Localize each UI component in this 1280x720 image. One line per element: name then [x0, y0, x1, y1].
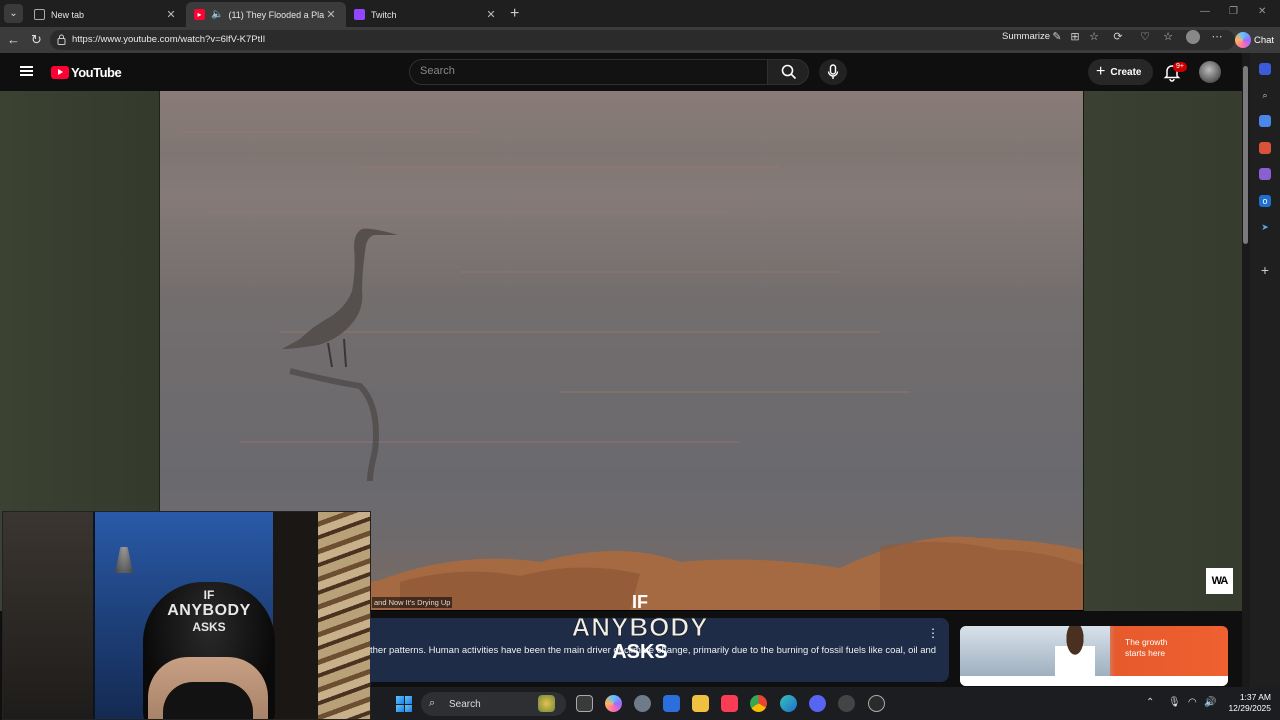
chair-logo-text: IF ANYBODY ASKS — [167, 588, 251, 634]
tab-title: (11) They Flooded a Place Th — [228, 9, 324, 20]
search-input[interactable] — [420, 65, 750, 77]
games-icon[interactable] — [1259, 168, 1271, 180]
copilot-chat-button[interactable]: Chat — [1232, 30, 1280, 50]
youtube-header: YouTube + Create 9+ — [0, 53, 1242, 91]
copilot-app-icon[interactable] — [605, 695, 622, 712]
search-sidebar-icon[interactable]: ⌕ — [1259, 89, 1271, 101]
extensions-icon[interactable]: ⟳ — [1112, 31, 1124, 43]
url-text: https://www.youtube.com/watch?v=6lfV-K7P… — [72, 34, 265, 45]
stream-title-overlay: IF ANYBODY ASKS — [571, 592, 709, 663]
speaker-icon[interactable]: 🔈 — [211, 9, 223, 20]
shopping-tag-icon[interactable] — [1259, 115, 1271, 127]
close-window-icon[interactable]: ✕ — [1258, 6, 1266, 17]
youtube-favicon-icon: ▸ — [194, 9, 205, 20]
voice-search-button[interactable] — [819, 59, 847, 85]
task-view-icon[interactable] — [576, 695, 593, 712]
account-avatar[interactable] — [1199, 61, 1221, 83]
copilot-sidebar-icon[interactable] — [1259, 63, 1271, 75]
youtube-play-icon — [51, 65, 69, 79]
tools-briefcase-icon[interactable] — [1259, 142, 1271, 154]
tab-title: Twitch — [371, 9, 397, 20]
ad-person-image — [1055, 626, 1095, 676]
create-label: Create — [1110, 66, 1142, 78]
search-icon — [781, 64, 797, 80]
microphone-icon — [827, 64, 839, 79]
copilot-icon — [1235, 32, 1251, 48]
browser-tab-strip: ⌄ New tab ✕ ▸ 🔈 (11) They Flooded a Plac… — [0, 0, 1280, 27]
close-tab-icon[interactable]: ✕ — [484, 8, 498, 21]
add-sidebar-app-icon[interactable]: + — [1259, 263, 1271, 277]
profile-icon[interactable] — [1186, 30, 1200, 44]
steam-icon[interactable] — [838, 695, 855, 712]
summarize-icon[interactable]: ✎ — [1051, 31, 1063, 43]
file-explorer-icon[interactable] — [692, 695, 709, 712]
outlook-icon[interactable]: o — [1259, 195, 1271, 207]
webcam-overlay: IF ANYBODY ASKS — [2, 511, 371, 720]
clock-time: 1:37 AM — [1239, 692, 1271, 702]
tab-new-tab[interactable]: New tab ✕ — [26, 2, 186, 27]
taskbar-search-label: Search — [449, 698, 481, 710]
twitch-favicon-icon — [354, 9, 365, 20]
tab-actions-menu-button[interactable]: ⌄ — [4, 4, 23, 23]
edge-browser-icon[interactable] — [780, 695, 797, 712]
search-button[interactable] — [767, 59, 809, 85]
wifi-icon[interactable]: ◠ — [1188, 697, 1197, 708]
discord-icon[interactable] — [809, 695, 826, 712]
curtain-image — [318, 512, 370, 719]
chat-label: Chat — [1254, 34, 1275, 46]
settings-app-icon[interactable] — [634, 695, 651, 712]
favorites-icon[interactable]: ☆ — [1162, 31, 1174, 43]
tab-twitch[interactable]: Twitch ✕ — [346, 2, 506, 27]
ad-banner[interactable]: The growth starts here — [960, 626, 1228, 686]
chrome-icon[interactable] — [750, 695, 767, 712]
back-icon[interactable]: ← — [7, 32, 20, 47]
send-arrow-icon[interactable]: ➤ — [1259, 221, 1271, 233]
more-options-icon[interactable]: ⋯ — [1211, 31, 1223, 43]
search-icon: ⌕ — [429, 697, 436, 709]
search-box — [409, 59, 768, 85]
plus-icon: + — [1096, 63, 1106, 80]
scrollbar-thumb[interactable] — [1243, 66, 1248, 244]
tab-youtube[interactable]: ▸ 🔈 (11) They Flooded a Place Th ✕ — [186, 2, 346, 27]
chevron-down-icon: ⌄ — [9, 8, 18, 19]
app-available-icon[interactable]: ⊞ — [1069, 31, 1081, 43]
show-hidden-icons-chevron-icon[interactable]: ⌃ — [1146, 697, 1154, 708]
volume-icon[interactable]: 🔊 — [1204, 697, 1216, 708]
music-app-icon[interactable] — [721, 695, 738, 712]
ad-headline: The growth starts here — [1125, 637, 1168, 658]
taskbar-clock[interactable]: 1:37 AM 12/29/2025 — [1225, 692, 1271, 714]
browser-toolbar: ← ↻ https://www.youtube.com/watch?v=6lfV… — [0, 27, 1280, 53]
video-title-fragment: and Now It's Drying Up — [372, 597, 453, 608]
more-vert-icon[interactable]: ⋮ — [927, 626, 939, 640]
refresh-icon[interactable]: ↻ — [31, 32, 42, 48]
youtube-logo-text: YouTube — [71, 64, 122, 80]
site-info-icon[interactable] — [57, 34, 66, 45]
heron-image — [282, 228, 398, 481]
channel-watermark-logo[interactable]: WA — [1206, 568, 1233, 594]
create-button[interactable]: + Create — [1088, 59, 1153, 85]
new-tab-button[interactable]: + — [510, 5, 519, 23]
hamburger-menu-icon[interactable] — [20, 66, 33, 76]
search-highlight-icon[interactable] — [538, 695, 555, 712]
windows-start-icon[interactable] — [396, 696, 412, 712]
close-tab-icon[interactable]: ✕ — [164, 8, 178, 21]
summarize-button[interactable]: Summarize — [1002, 31, 1050, 42]
browser-essentials-icon[interactable]: ♡ — [1139, 31, 1151, 43]
maximize-icon[interactable]: ❐ — [1229, 6, 1238, 17]
minimize-icon[interactable]: — — [1200, 6, 1210, 17]
youtube-logo[interactable]: YouTube — [51, 64, 122, 80]
notification-badge: 9+ — [1173, 62, 1187, 72]
favorite-star-icon[interactable]: ☆ — [1088, 31, 1100, 43]
tab-title: New tab — [51, 9, 85, 20]
new-tab-icon — [34, 9, 45, 20]
microphone-tray-icon[interactable]: 🎙 — [1168, 697, 1181, 708]
clock-date: 12/29/2025 — [1228, 703, 1271, 713]
microsoft-store-icon[interactable] — [663, 695, 680, 712]
media-player-icon[interactable] — [868, 695, 885, 712]
close-tab-icon[interactable]: ✕ — [324, 8, 338, 21]
